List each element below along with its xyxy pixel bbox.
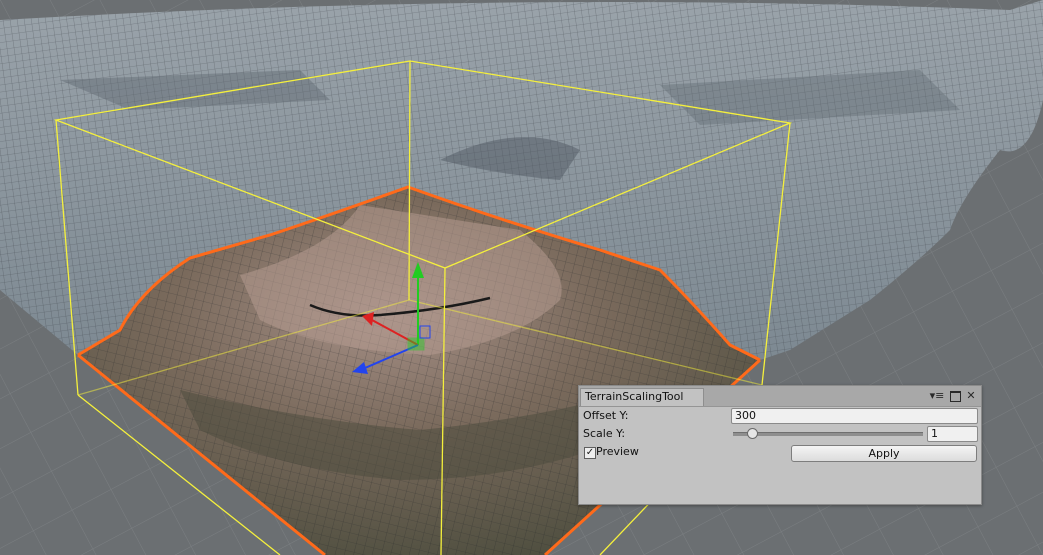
- scale-y-slider-thumb[interactable]: [747, 428, 758, 439]
- offset-y-field[interactable]: 300: [731, 408, 978, 424]
- offset-y-label: Offset Y:: [583, 409, 629, 422]
- apply-button[interactable]: Apply: [791, 445, 977, 462]
- preview-label: Preview: [596, 445, 639, 458]
- preview-checkbox[interactable]: ✓: [584, 447, 596, 459]
- maximize-icon[interactable]: [949, 389, 961, 403]
- scale-y-label: Scale Y:: [583, 427, 626, 440]
- scale-y-field[interactable]: 1: [927, 426, 978, 442]
- scale-y-slider-track[interactable]: [733, 432, 923, 436]
- close-icon[interactable]: ✕: [965, 389, 977, 403]
- menu-icon[interactable]: ▾≡: [929, 389, 945, 403]
- tab-terrain-scaling-tool[interactable]: TerrainScalingTool: [580, 388, 704, 406]
- terrain-scaling-tool-window: TerrainScalingTool ▾≡ ✕ Offset Y: 300 Sc…: [578, 385, 982, 505]
- window-tab-bar: TerrainScalingTool ▾≡ ✕: [579, 386, 981, 407]
